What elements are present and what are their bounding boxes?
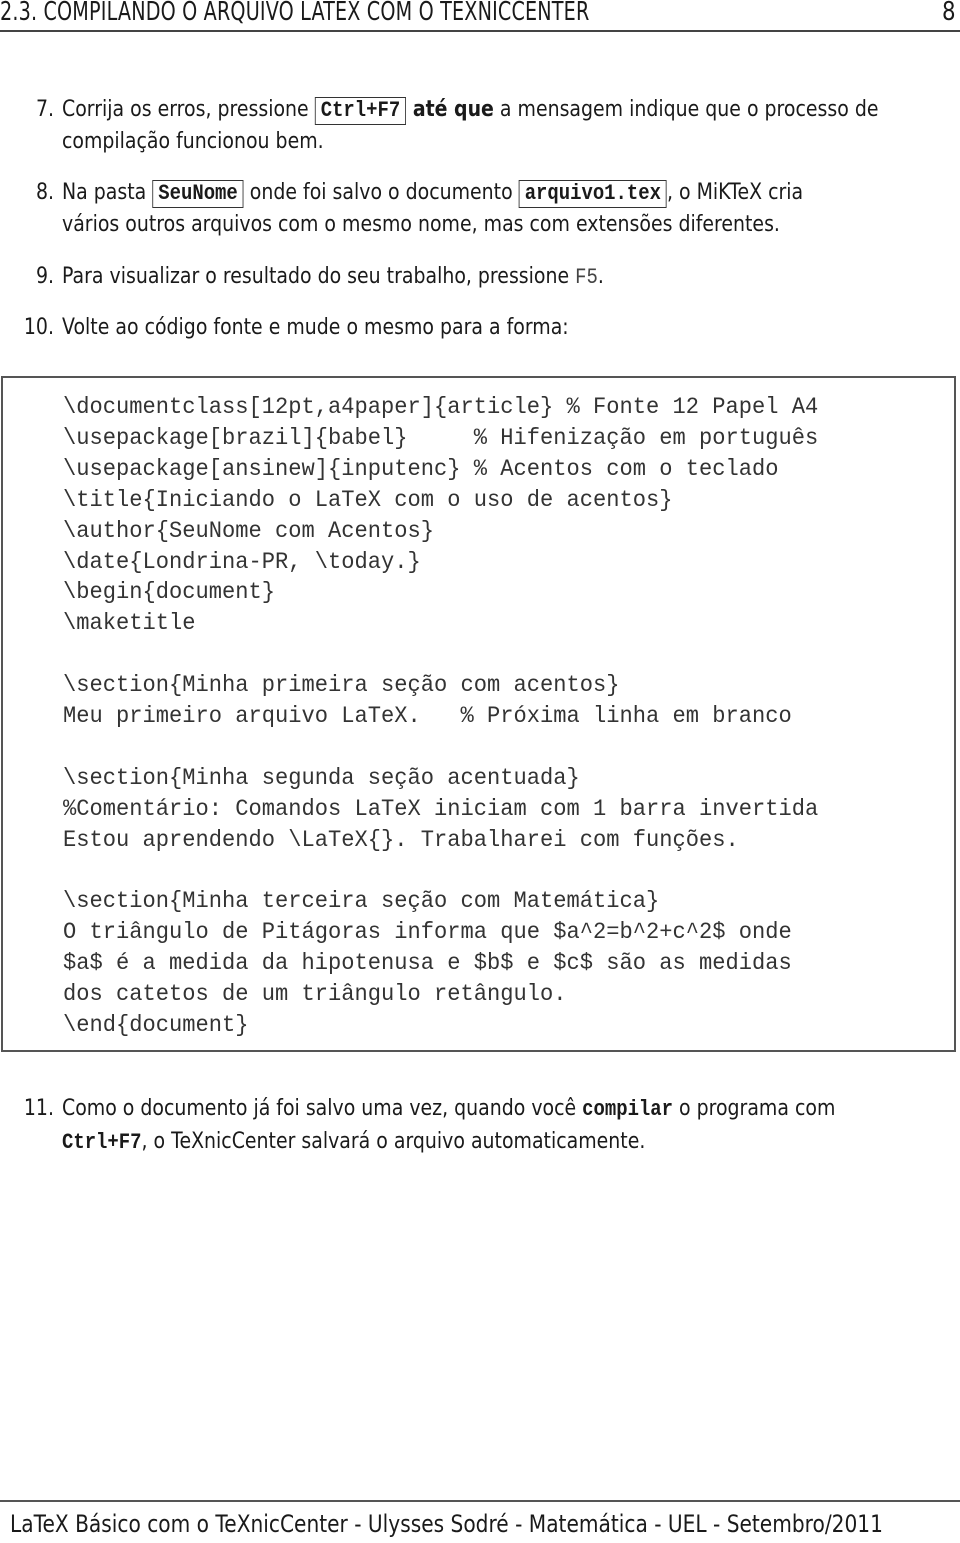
code-line: \section{Minha primeira seção com acento… bbox=[63, 672, 620, 699]
key-ctrl-f7: Ctrl+F7 bbox=[62, 1130, 142, 1155]
header-rule bbox=[0, 30, 960, 32]
section-title: 2.3. COMPILANDO O ARQUIVO LATEX COM O TE… bbox=[0, 0, 590, 27]
code-line: \section{Minha segunda seção acentuada} bbox=[63, 764, 580, 791]
step-text: Para visualizar o resultado do seu traba… bbox=[62, 264, 604, 290]
code-line: \title{Iniciando o LaTeX com o uso de ac… bbox=[63, 486, 673, 513]
code-line: dos catetos de um triângulo retângulo. bbox=[63, 981, 567, 1008]
latex-code-box: \documentclass[12pt,a4paper]{article} % … bbox=[1, 376, 956, 1052]
code-line: \usepackage[brazil]{babel} % Hifenização… bbox=[63, 424, 819, 451]
code-line: Estou aprendendo \LaTeX{}. Trabalharei c… bbox=[63, 826, 739, 853]
step-text: Volte ao código fonte e mude o mesmo par… bbox=[62, 315, 569, 340]
code-line: \end{document} bbox=[63, 1012, 249, 1038]
code-line: Meu primeiro arquivo LaTeX. % Próxima li… bbox=[63, 703, 792, 729]
step-number: 8. bbox=[35, 180, 54, 205]
step-number: 9. bbox=[35, 264, 54, 289]
step-text-continued: vários outros arquivos com o mesmo nome,… bbox=[62, 212, 780, 237]
file-name: arquivo1.tex bbox=[518, 180, 667, 208]
code-line: \author{SeuNome com Acentos} bbox=[63, 517, 435, 544]
step-text-continued: compilação funcionou bem. bbox=[62, 129, 324, 154]
running-header: 2.3. COMPILANDO O ARQUIVO LATEX COM O TE… bbox=[0, 0, 960, 32]
step-number: 11. bbox=[23, 1096, 54, 1121]
step-text: Corrija os erros, pressione Ctrl+F7 até … bbox=[62, 97, 879, 125]
code-line: O triângulo de Pitágoras informa que $a^… bbox=[63, 919, 792, 946]
code-line: $a$ é a medida da hipotenusa e $b$ e $c$… bbox=[63, 950, 792, 977]
code-line: \documentclass[12pt,a4paper]{article} % … bbox=[63, 394, 819, 420]
page-footer: LaTeX Básico com o TeXnicCenter - Ulysse… bbox=[10, 1510, 883, 1538]
code-line: \begin{document} bbox=[63, 579, 276, 606]
step-text: Como o documento já foi salvo uma vez, q… bbox=[62, 1096, 836, 1122]
code-line: \section{Minha terceira seção com Matemá… bbox=[63, 888, 660, 915]
footer-rule bbox=[0, 1500, 960, 1502]
compile-keyword: compilar bbox=[582, 1097, 673, 1122]
step-number: 10. bbox=[23, 315, 54, 340]
code-line: %Comentário: Comandos LaTeX iniciam com … bbox=[63, 795, 819, 822]
step-number: 7. bbox=[35, 97, 54, 122]
page-number: 8 bbox=[942, 0, 956, 27]
code-line: \usepackage[ansinew]{inputenc} % Acentos… bbox=[63, 455, 779, 482]
step-text-continued: Ctrl+F7, o TeXnicCenter salvará o arquiv… bbox=[62, 1129, 646, 1155]
key-f5: F5 bbox=[575, 265, 598, 290]
code-line: \date{Londrina-PR, \today.} bbox=[63, 548, 421, 575]
step-text: Na pasta SeuNome onde foi salvo o docume… bbox=[62, 180, 804, 208]
key-ctrl-f7: Ctrl+F7 bbox=[314, 97, 407, 125]
folder-name: SeuNome bbox=[152, 180, 244, 208]
code-line: \maketitle bbox=[63, 610, 196, 637]
